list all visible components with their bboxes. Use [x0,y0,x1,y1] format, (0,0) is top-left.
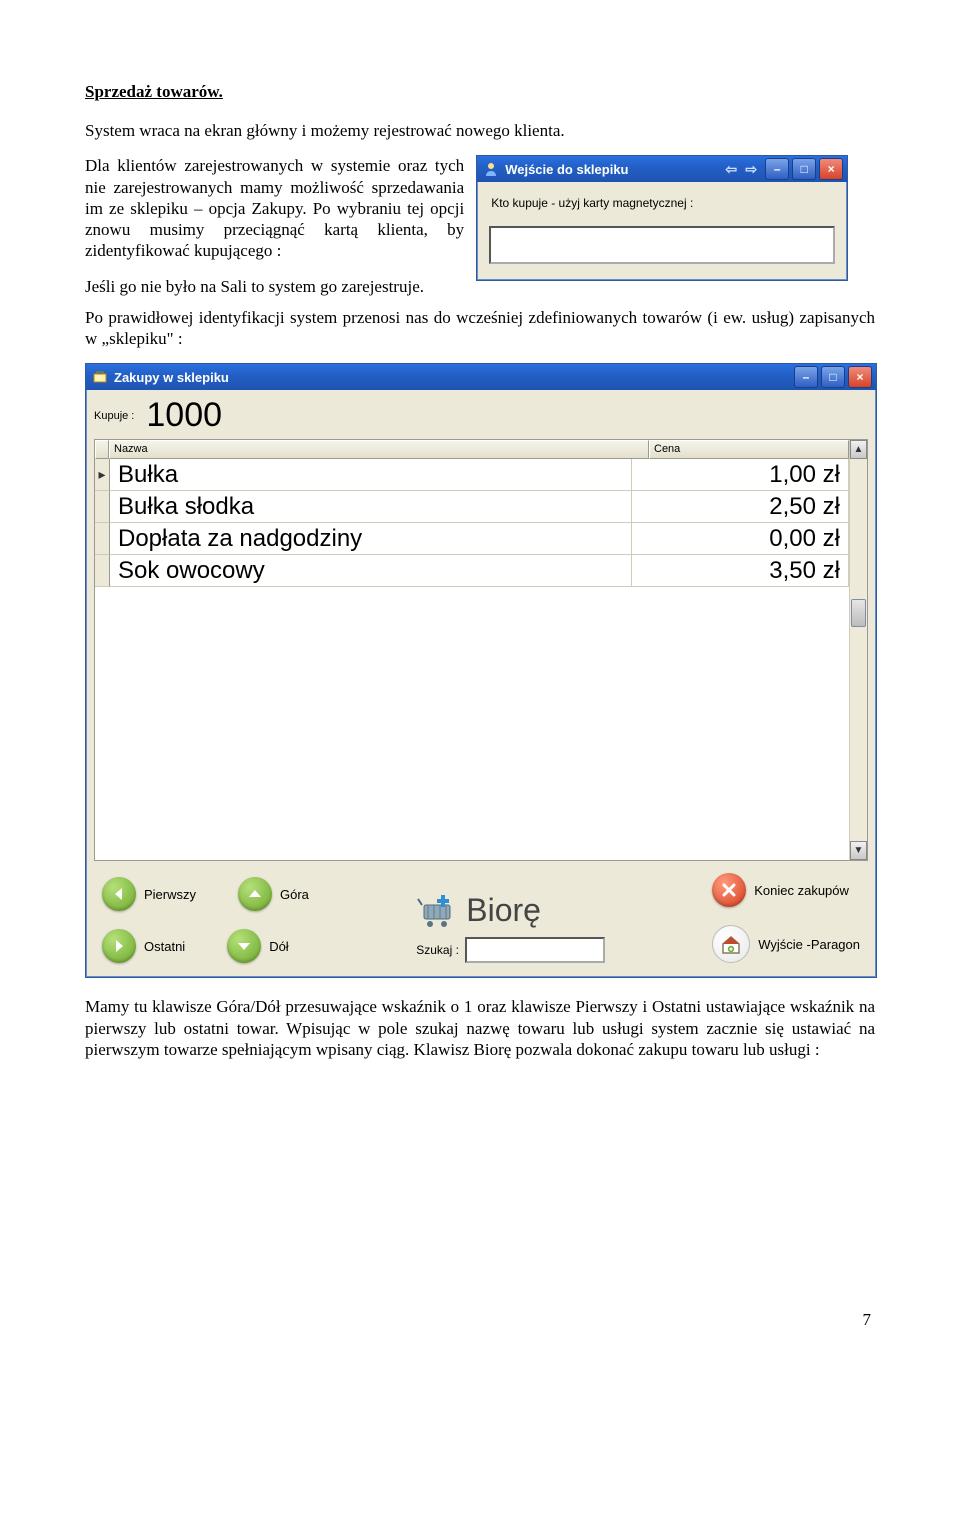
last-button-label: Ostatni [144,939,185,954]
nav-next-icon[interactable]: ⇨ [742,161,760,177]
exit-receipt-button[interactable]: Wyjście -Paragon [712,925,860,963]
maximize-button[interactable]: □ [821,366,845,388]
section-heading: Sprzedaż towarów. [85,82,875,102]
paragraph-footer: Mamy tu klawisze Góra/Dół przesuwające w… [85,996,875,1060]
titlebar-text: Wejście do sklepiku [505,162,628,177]
cell-price: 0,00 zł [632,523,849,555]
down-button[interactable]: Dół [227,929,289,963]
close-circle-icon [712,873,746,907]
grid-body: ▸ Bułka 1,00 zł Bułka słodka 2,50 zł Dop… [95,459,849,860]
paragraph-flow-left-b: Jeśli go nie było na Sali to system go z… [85,276,464,297]
search-label: Szukaj : [416,943,459,957]
cell-name: Dopłata za nadgodziny [110,523,632,555]
table-row[interactable]: Dopłata za nadgodziny 0,00 zł [95,523,849,555]
take-button[interactable]: Biorę [416,891,541,929]
arrow-left-icon [102,877,136,911]
take-button-label: Biorę [466,892,541,929]
buyer-value: 1000 [142,396,226,435]
card-prompt-label: Kto kupuje - użyj karty magnetycznej : [489,194,835,212]
minimize-button[interactable]: – [794,366,818,388]
arrow-up-icon [238,877,272,911]
cell-price: 2,50 zł [632,491,849,523]
scroll-track[interactable] [850,459,867,841]
last-button[interactable]: Ostatni [102,929,185,963]
exit-receipt-label: Wyjście -Paragon [758,937,860,952]
cell-name: Sok owocowy [110,555,632,587]
buyer-label: Kupuje : [94,410,134,422]
paragraph-intro: System wraca na ekran główny i możemy re… [85,120,875,141]
cell-price: 1,00 zł [632,459,849,491]
titlebar: Wejście do sklepiku ⇦ ⇨ – □ × [477,156,847,182]
first-button[interactable]: Pierwszy [102,877,196,911]
grid-col-price[interactable]: Cena [649,440,849,459]
down-button-label: Dół [269,939,289,954]
paragraph-after-dialog: Po prawidłowej identyfikacji system prze… [85,307,875,350]
nav-prev-icon[interactable]: ⇦ [722,161,740,177]
grid-header: Nazwa Cena [95,440,849,459]
home-icon [712,925,750,963]
scroll-up-icon[interactable]: ▲ [850,440,867,459]
vertical-scrollbar[interactable]: ▲ ▼ [849,440,868,860]
end-shopping-label: Koniec zakupów [754,883,849,898]
minimize-button[interactable]: – [765,158,789,180]
row-selector-icon: ▸ [95,459,110,491]
titlebar-text: Zakupy w sklepiku [114,370,229,385]
table-row[interactable]: ▸ Bułka 1,00 zł [95,459,849,491]
close-button[interactable]: × [819,158,843,180]
scroll-down-icon[interactable]: ▼ [850,841,867,860]
page-number: 7 [85,1310,875,1330]
up-button-label: Góra [280,887,309,902]
row-header [95,555,110,587]
cell-name: Bułka słodka [110,491,632,523]
table-row[interactable]: Sok owocowy 3,50 zł [95,555,849,587]
up-button[interactable]: Góra [238,877,309,911]
paragraph-flow-left-a: Dla klientów zarejestrowanych w systemie… [85,155,464,261]
cart-icon [416,891,458,929]
dialog-card-entry: Wejście do sklepiku ⇦ ⇨ – □ × Kto kupuje… [476,155,848,281]
table-row[interactable]: Bułka słodka 2,50 zł [95,491,849,523]
cell-price: 3,50 zł [632,555,849,587]
dialog-shopping: Zakupy w sklepiku – □ × Kupuje : 1000 Na… [85,363,877,978]
close-button[interactable]: × [848,366,872,388]
row-header [95,523,110,555]
scroll-thumb[interactable] [851,599,866,627]
app-icon [92,369,108,385]
arrow-down-icon [227,929,261,963]
titlebar: Zakupy w sklepiku – □ × [86,364,876,390]
app-icon [483,161,499,177]
grid-corner [95,440,109,459]
grid-col-name[interactable]: Nazwa [109,440,649,459]
card-input[interactable] [489,226,835,264]
arrow-right-icon [102,929,136,963]
cell-name: Bułka [110,459,632,491]
search-input[interactable] [465,937,605,963]
product-grid: Nazwa Cena ▸ Bułka 1,00 zł Bułka słodka … [94,439,868,861]
end-shopping-button[interactable]: Koniec zakupów [712,873,849,907]
first-button-label: Pierwszy [144,887,196,902]
row-header [95,491,110,523]
maximize-button[interactable]: □ [792,158,816,180]
